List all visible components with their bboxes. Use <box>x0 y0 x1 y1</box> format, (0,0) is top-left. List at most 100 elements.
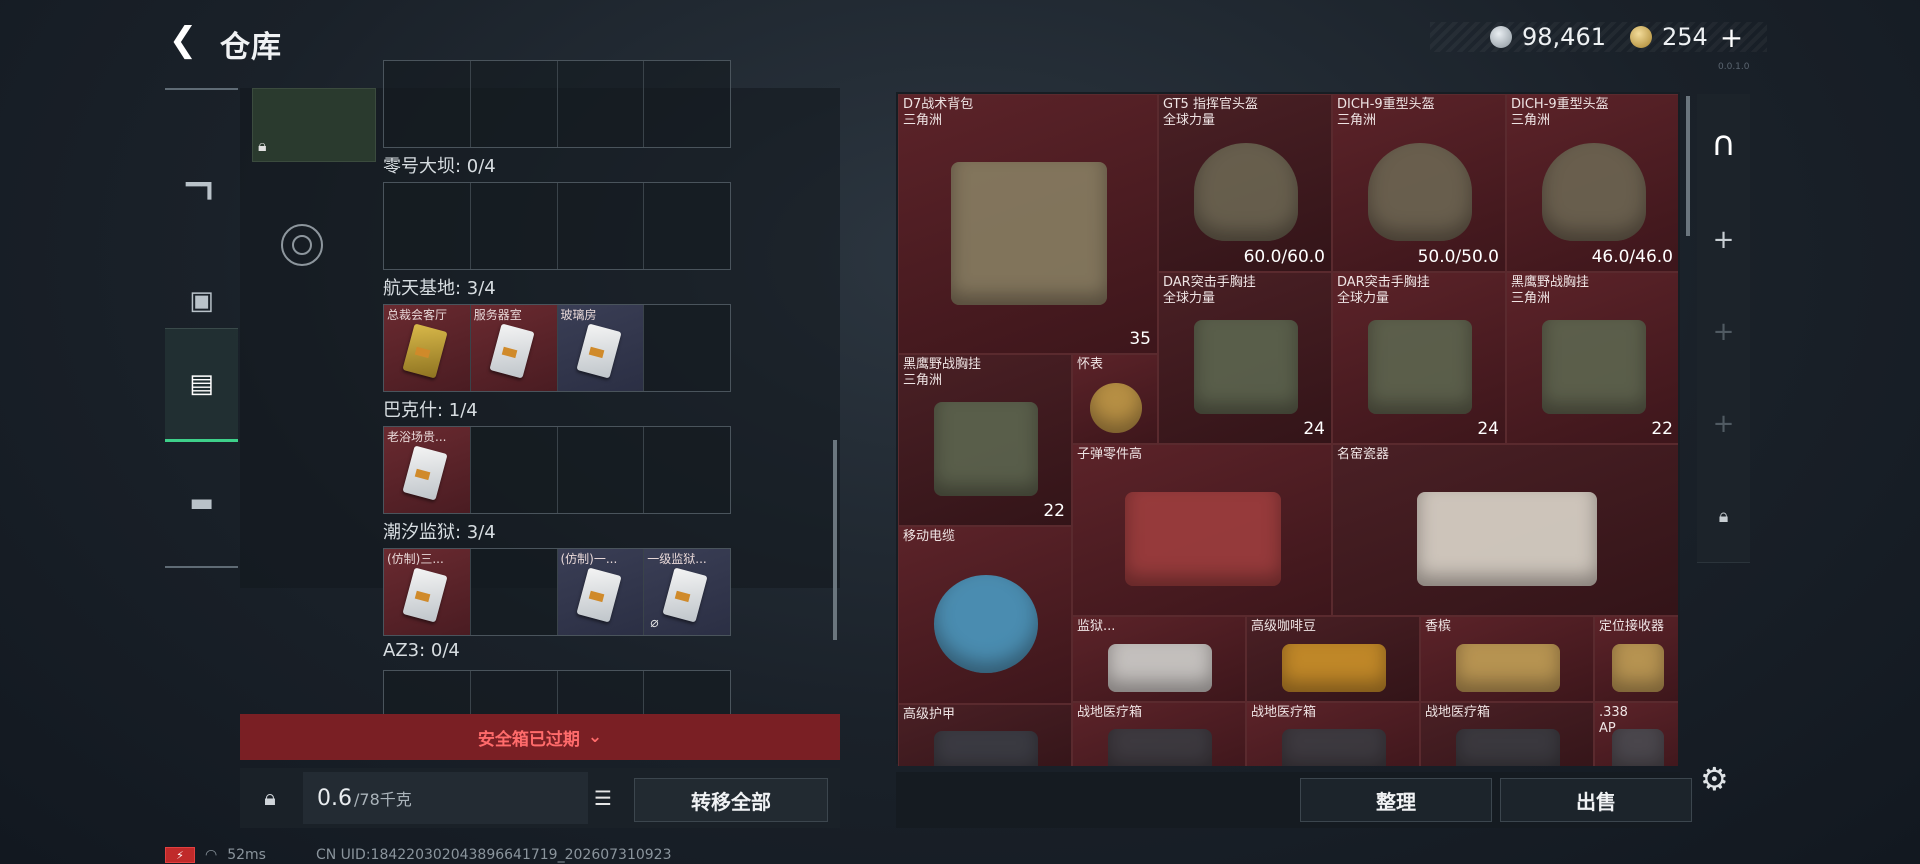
porcelain-vase-icon <box>1417 491 1597 587</box>
stash-page-add-2[interactable]: + <box>1697 286 1750 379</box>
weight-value: 0.6 <box>317 785 352 811</box>
item-title: 战地医疗箱 <box>1251 705 1317 720</box>
stash-item[interactable]: 监狱... <box>1072 616 1246 702</box>
stash-item[interactable]: 高级护甲 <box>898 704 1072 766</box>
collection-slot[interactable]: 玻璃房 <box>557 305 645 391</box>
sort-button[interactable]: 整理 <box>1300 778 1492 822</box>
item-title: D7战术背包 <box>903 97 974 112</box>
item-title: DICH-9重型头盔 <box>1337 97 1435 112</box>
sell-button[interactable]: 出售 <box>1500 778 1692 822</box>
nav-stash[interactable]: ▤ <box>165 328 238 442</box>
medkit-icon <box>1455 729 1561 766</box>
item-faction: 三角洲 <box>903 113 943 128</box>
stash-item[interactable]: 移动电缆 <box>898 526 1072 704</box>
stash-item[interactable]: DICH-9重型头盔 三角洲 50.0/50.0 <box>1332 94 1506 272</box>
stash-item[interactable]: 定位接收器 <box>1594 616 1678 702</box>
stash-item[interactable]: D7战术背包 三角洲 35 <box>898 94 1158 354</box>
collection-slot[interactable] <box>558 183 645 269</box>
toolbox-icon: ▬ <box>189 488 214 518</box>
item-title: GT5 指挥官头盔 <box>1163 97 1258 112</box>
collection-grid <box>383 60 731 148</box>
chest-rig-icon <box>1367 319 1473 415</box>
safe-box-status-bar[interactable]: 安全箱已过期 ⌄ <box>240 714 840 760</box>
collection-slot[interactable] <box>644 305 730 391</box>
slot-label: (仿制)一... <box>560 552 618 566</box>
stash-item[interactable]: 黑鹰野战胸挂 三角洲 22 <box>1506 272 1678 444</box>
expired-icon: ⌀ <box>650 615 659 631</box>
item-value: 24 <box>1477 419 1499 439</box>
stash-page-add-1[interactable]: + <box>1697 194 1750 287</box>
item-name: 监狱... <box>1077 619 1115 635</box>
stash-item[interactable]: DAR突击手胸挂 全球力量 24 <box>1158 272 1332 444</box>
stash-scrollbar[interactable] <box>1686 96 1690 236</box>
item-faction: 全球力量 <box>1163 291 1216 306</box>
collection-slot[interactable] <box>471 427 558 513</box>
collection-slot[interactable]: 一级监狱... ⌀ <box>644 549 730 635</box>
container-thumbnail[interactable] <box>252 88 376 162</box>
stash-item[interactable]: GT5 指挥官头盔 全球力量 60.0/60.0 <box>1158 94 1332 272</box>
list-view-button[interactable]: ☰ <box>588 782 618 814</box>
stash-item[interactable]: 香槟 <box>1420 616 1594 702</box>
item-title: 怀表 <box>1077 357 1104 372</box>
stash-item[interactable]: 黑鹰野战胸挂 三角洲 22 <box>898 354 1072 526</box>
item-title: 战地医疗箱 <box>1425 705 1491 720</box>
slot-label: 老浴场贵... <box>387 430 447 444</box>
item-name: .338 AP <box>1599 705 1628 737</box>
collection-slot[interactable] <box>644 61 730 147</box>
collection-slot[interactable] <box>558 61 645 147</box>
collection-slot[interactable] <box>384 183 471 269</box>
nav-toolbox[interactable]: ▬ <box>165 448 238 558</box>
collection-slot[interactable] <box>384 61 471 147</box>
lock-icon: 🔒︎ <box>258 136 267 155</box>
collection-slot[interactable] <box>471 183 558 269</box>
stash-page-1[interactable]: ∩ <box>1697 94 1750 195</box>
transfer-all-button[interactable]: 转移全部 <box>634 778 828 822</box>
collection-slot[interactable]: 服务器室 <box>470 305 558 391</box>
medkit-icon <box>1281 729 1387 766</box>
item-value: 46.0/46.0 <box>1591 247 1673 267</box>
back-arrow-icon[interactable]: ❮ <box>163 20 203 60</box>
collection-slot[interactable]: 总裁会客厅 <box>384 305 471 391</box>
collection-slot[interactable]: 老浴场贵... <box>384 427 471 513</box>
silver-amount: 98,461 <box>1522 23 1606 51</box>
stash-item[interactable]: .338 AP <box>1594 702 1678 766</box>
armor-icon <box>933 731 1039 766</box>
lock-button[interactable]: 🔒︎ <box>244 772 296 824</box>
collection-slot[interactable] <box>558 427 645 513</box>
add-currency-button[interactable]: + <box>1720 21 1743 54</box>
stash-item[interactable]: 战地医疗箱 <box>1420 702 1594 766</box>
collection-slot[interactable] <box>471 61 558 147</box>
stash-page-locked[interactable]: 🔒︎ <box>1697 470 1750 563</box>
champagne-icon <box>1455 644 1561 692</box>
backpack-icon <box>951 161 1107 305</box>
stash-item[interactable]: DICH-9重型头盔 三角洲 46.0/46.0 <box>1506 94 1678 272</box>
battery-icon: ⚡ <box>165 847 195 863</box>
item-title: 黑鹰野战胸挂 <box>1511 275 1590 290</box>
keycard-icon <box>575 323 622 379</box>
nav-weapon[interactable]: ━┓ <box>165 130 238 240</box>
armor-icon: ▣ <box>189 286 214 316</box>
category-nav: ━┓ ▣ ▤ ▬ <box>165 88 238 568</box>
collection-slot[interactable]: (仿制)一... <box>557 549 645 635</box>
gold-coin-icon <box>1629 26 1652 48</box>
settings-gear-icon[interactable]: ⚙ <box>1700 760 1729 798</box>
stash-item[interactable]: 战地医疗箱 <box>1072 702 1246 766</box>
item-title: DAR突击手胸挂 <box>1337 275 1430 290</box>
stash-item[interactable]: 高级咖啡豆 <box>1246 616 1420 702</box>
scrollbar[interactable] <box>833 440 837 640</box>
stash-item[interactable]: 战地医疗箱 <box>1246 702 1420 766</box>
stash-item[interactable]: 怀表 <box>1072 354 1158 444</box>
collection-slot[interactable] <box>471 549 558 635</box>
slot-label: 玻璃房 <box>560 308 597 322</box>
stash-item[interactable]: 名窑瓷器 <box>1332 444 1678 616</box>
collection-slot[interactable]: (仿制)三... <box>384 549 471 635</box>
item-name: GT5 指挥官头盔 全球力量 <box>1163 97 1258 129</box>
item-name: 高级护甲 <box>903 707 955 723</box>
item-name: 定位接收器 <box>1599 619 1664 635</box>
stash-item[interactable]: DAR突击手胸挂 全球力量 24 <box>1332 272 1506 444</box>
stash-item[interactable]: 子弹零件高 <box>1072 444 1332 616</box>
target-icon[interactable] <box>281 224 323 266</box>
collection-slot[interactable] <box>644 183 730 269</box>
stash-page-add-3[interactable]: + <box>1697 378 1750 471</box>
collection-slot[interactable] <box>644 427 730 513</box>
